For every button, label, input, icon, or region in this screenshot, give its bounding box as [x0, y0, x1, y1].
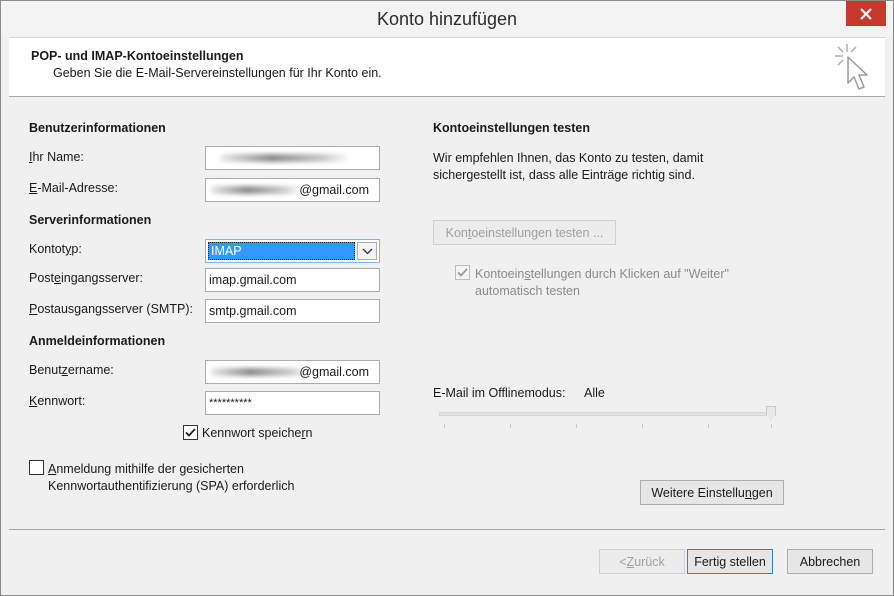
password-label: Kennwort:	[29, 394, 86, 408]
window-title: Konto hinzufügen	[376, 9, 518, 29]
account-type-select[interactable]: IMAP	[205, 239, 380, 263]
login-info-title: Anmeldeinformationen	[29, 334, 166, 348]
test-settings-title: Kontoeinstellungen testen	[433, 121, 590, 135]
footer-separator	[9, 529, 885, 530]
finish-button[interactable]: Fertig stellen	[687, 549, 773, 574]
slider-tick	[444, 424, 445, 428]
server-info-title: Serverinformationen	[29, 213, 152, 227]
spa-checkbox[interactable]	[29, 460, 44, 475]
spa-label[interactable]: Anmeldung mithilfe der gesicherten Kennw…	[48, 461, 294, 495]
offline-slider-track[interactable]	[439, 412, 775, 416]
remember-password-checkbox[interactable]	[183, 425, 198, 440]
auto-test-label[interactable]: Kontoeinstellungen durch Klicken auf "We…	[475, 266, 729, 300]
outgoing-server-label: Postausgangsserver (SMTP):	[29, 302, 193, 316]
account-type-value: IMAP	[208, 242, 355, 260]
slider-tick	[642, 424, 643, 428]
cancel-button[interactable]: Abbrechen	[787, 549, 873, 574]
outgoing-server-field[interactable]: smtp.gmail.com	[205, 299, 380, 323]
header-subtitle: Geben Sie die E-Mail-Servereinstellungen…	[53, 66, 382, 80]
slider-tick	[510, 424, 511, 428]
title-bar[interactable]: Konto hinzufügen	[1, 1, 893, 37]
close-icon	[860, 7, 872, 20]
username-field[interactable]: @gmail.com	[205, 360, 380, 384]
test-account-button[interactable]: Kon t oeinstellungen testen ...	[433, 220, 616, 245]
password-field[interactable]: **********	[205, 391, 380, 415]
sparkle-cursor-icon	[835, 44, 868, 90]
email-field[interactable]: @gmail.com	[205, 178, 380, 202]
account-type-label: Kontotyp:	[29, 242, 82, 256]
name-label: Ihr Name:	[29, 150, 84, 164]
back-button[interactable]: < Zurück	[599, 549, 685, 574]
offline-slider-thumb[interactable]	[766, 406, 776, 420]
more-settings-button[interactable]: Weitere Einstellu n gen	[640, 480, 784, 505]
slider-tick	[708, 424, 709, 428]
header-title: POP- und IMAP-Kontoeinstellungen	[31, 49, 244, 63]
email-label: E-Mail-Adresse:	[29, 181, 118, 195]
offline-mode-label: E-Mail im Offlinemodus:	[433, 386, 566, 400]
dialog-window: Konto hinzufügen POP- und IMAP-Kontoeins…	[0, 0, 894, 596]
offline-mode-value: Alle	[584, 386, 605, 400]
test-description: Wir empfehlen Ihnen, das Konto zu testen…	[433, 151, 704, 182]
remember-password-label[interactable]: Kennwort speichern	[202, 426, 313, 440]
name-field[interactable]	[205, 146, 380, 170]
incoming-server-field[interactable]: imap.gmail.com	[205, 268, 380, 292]
username-label: Benutzername:	[29, 363, 114, 377]
chevron-down-icon	[362, 248, 372, 254]
checkmark-icon	[185, 428, 196, 437]
user-info-title: Benutzerinformationen	[29, 121, 166, 135]
incoming-server-label: Posteingangsserver:	[29, 271, 143, 285]
close-button[interactable]	[846, 1, 886, 26]
checkmark-icon	[457, 268, 468, 277]
dropdown-button[interactable]	[357, 242, 377, 260]
slider-tick	[771, 424, 772, 428]
auto-test-checkbox[interactable]	[455, 265, 470, 280]
slider-tick	[576, 424, 577, 428]
header-panel: POP- und IMAP-Kontoeinstellungen Geben S…	[9, 37, 885, 97]
